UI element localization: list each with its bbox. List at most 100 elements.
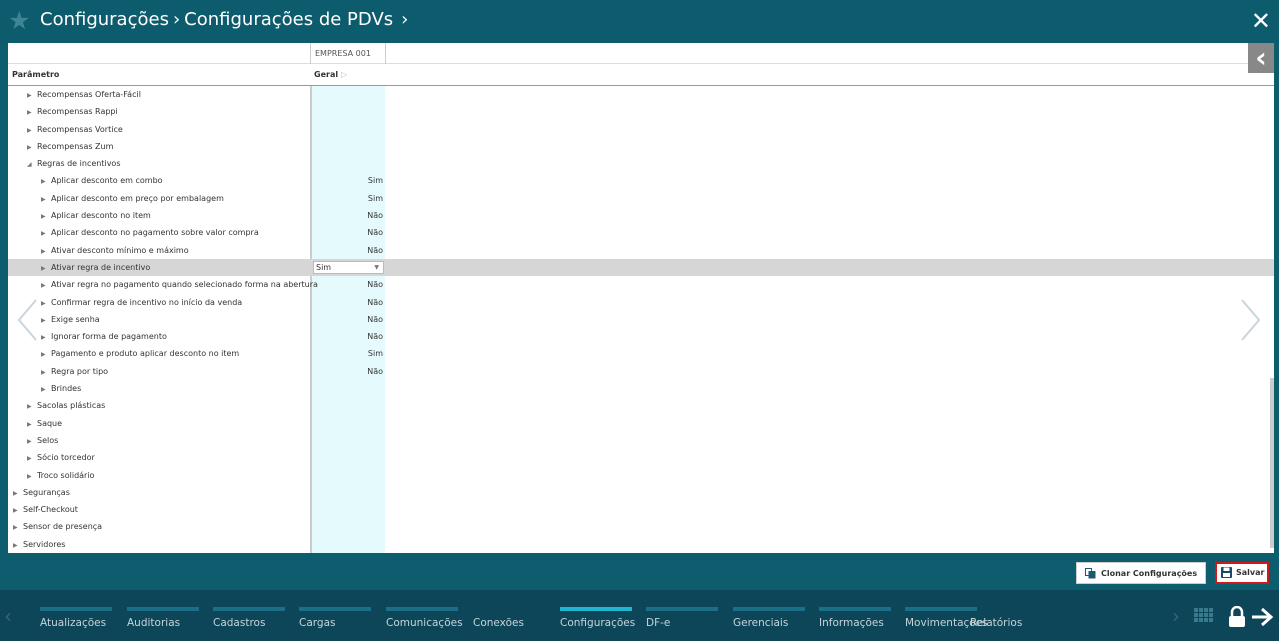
parameter-value[interactable]: Não (348, 207, 383, 224)
parameter-name: Aplicar desconto no item (51, 211, 151, 221)
expand-arrow-icon[interactable]: ▶ (41, 346, 51, 363)
breadcrumb-configuracoes[interactable]: Configurações (40, 9, 169, 30)
tree-row[interactable]: ◢ Regras de incentivos (8, 155, 1274, 172)
tree-row[interactable]: ▶ Self-Checkout (8, 501, 1274, 518)
collapse-side-panel-icon[interactable]: ‹ (1248, 43, 1274, 73)
parameter-value[interactable]: Sim (348, 190, 383, 207)
tree-row[interactable]: ▶ Aplicar desconto em preço por embalagem… (8, 190, 1274, 207)
tree-row[interactable]: ▶ Confirmar regra de incentivo no início … (8, 294, 1274, 311)
expand-arrow-icon[interactable]: ▶ (41, 329, 51, 346)
expand-arrow-icon[interactable]: ▶ (41, 260, 51, 277)
expand-arrow-icon[interactable]: ▶ (27, 433, 37, 450)
tree-row[interactable]: ▶ Recompensas Zum (8, 138, 1274, 155)
tree-row[interactable]: ▶ Brindes (8, 380, 1274, 397)
previous-arrow-icon[interactable] (16, 298, 40, 342)
expand-arrow-icon[interactable]: ▶ (41, 295, 51, 312)
tree-row[interactable]: ▶ Saque (8, 415, 1274, 432)
parameter-name: Servidores (23, 539, 66, 549)
parameter-value[interactable]: Não (348, 224, 383, 241)
tabs-scroll-left-icon[interactable]: ‹ (4, 604, 12, 628)
parameter-value[interactable]: Não (348, 311, 383, 328)
parameter-value[interactable]: Não (348, 242, 383, 259)
parameter-value[interactable]: Sim (348, 172, 383, 189)
close-icon[interactable]: ✕ (1251, 9, 1271, 33)
lock-icon[interactable] (1228, 606, 1246, 628)
tree-row[interactable]: ▶ Aplicar desconto em combo Sim (8, 172, 1274, 189)
expand-arrow-icon[interactable]: ▶ (27, 450, 37, 467)
tree-row[interactable]: ▶ Sensor de presença (8, 518, 1274, 535)
parameter-name: Selos (37, 435, 59, 445)
tree-row[interactable]: ▶ Ativar desconto mínimo e máximo Não (8, 242, 1274, 259)
tree-row[interactable]: ▶ Troco solidário (8, 467, 1274, 484)
expand-arrow-icon[interactable]: ▶ (27, 468, 37, 485)
copy-icon (1085, 568, 1096, 579)
breadcrumb-separator-icon: › (172, 9, 181, 30)
collapse-arrow-icon[interactable]: ◢ (27, 156, 37, 173)
tree-row[interactable]: ▶ Aplicar desconto no pagamento sobre val… (8, 224, 1274, 241)
logout-arrow-icon[interactable] (1250, 606, 1274, 628)
next-arrow-icon[interactable] (1238, 298, 1262, 342)
vertical-scrollbar[interactable] (1270, 378, 1274, 548)
expand-arrow-icon[interactable]: ▶ (13, 519, 23, 536)
tab-label: Cadastros (213, 617, 266, 629)
tree-row[interactable]: ▶ Recompensas Vortice (8, 121, 1274, 138)
tree-row-label: ▶ Ativar regra de incentivo (41, 259, 150, 277)
expand-column-icon[interactable]: ▷ (341, 70, 347, 79)
expand-arrow-icon[interactable]: ▶ (41, 191, 51, 208)
expand-arrow-icon[interactable]: ▶ (27, 104, 37, 121)
tree-row[interactable]: ▶ Seguranças (8, 484, 1274, 501)
tree-row[interactable]: ▶ Selos (8, 432, 1274, 449)
tree-row[interactable]: ▶ Ignorar forma de pagamento Não (8, 328, 1274, 345)
tab-label: DF-e (646, 617, 671, 629)
parameter-value[interactable]: Não (348, 294, 383, 311)
parameter-value[interactable]: Sim (348, 345, 383, 362)
expand-arrow-icon[interactable]: ▶ (41, 381, 51, 398)
geral-column-header[interactable]: Geral ▷ (314, 70, 347, 79)
apps-grid-icon[interactable] (1194, 608, 1214, 626)
tree-row[interactable]: ▶ Pagamento e produto aplicar desconto no… (8, 345, 1274, 362)
tree-row[interactable]: ▶ Recompensas Oferta-Fácil (8, 86, 1274, 103)
expand-arrow-icon[interactable]: ▶ (41, 277, 51, 294)
parameter-value[interactable]: Não (348, 363, 383, 380)
tree-row[interactable]: ▶ Recompensas Rappi (8, 103, 1274, 120)
expand-arrow-icon[interactable]: ▶ (27, 139, 37, 156)
expand-arrow-icon[interactable]: ▶ (13, 502, 23, 519)
parameter-value[interactable]: Não (348, 328, 383, 345)
breadcrumb: Configurações › Configurações de PDVs › (40, 9, 408, 30)
tree-row-label: ▶ Recompensas Rappi (27, 103, 118, 121)
parameter-name: Brindes (51, 384, 82, 394)
expand-arrow-icon[interactable]: ▶ (27, 122, 37, 139)
expand-arrow-icon[interactable]: ▶ (27, 416, 37, 433)
expand-arrow-icon[interactable]: ▶ (41, 208, 51, 225)
tabs-scroll-right-icon[interactable]: › (1172, 604, 1180, 628)
breadcrumb-configuracoes-pdvs[interactable]: Configurações de PDVs (184, 9, 393, 30)
tree-row[interactable]: ▶ Sócio torcedor (8, 449, 1274, 466)
tab-indicator (905, 607, 977, 611)
dropdown-chevron-icon[interactable]: ▼ (374, 262, 379, 273)
save-button[interactable]: Salvar (1215, 562, 1269, 584)
tab-indicator (127, 607, 199, 611)
expand-arrow-icon[interactable]: ▶ (41, 173, 51, 190)
clone-configurations-button[interactable]: Clonar Configurações (1076, 562, 1206, 584)
tree-row[interactable]: ▶ Ativar regra no pagamento quando seleci… (8, 276, 1274, 293)
tree-row[interactable]: ▶ Regra por tipo Não (8, 363, 1274, 380)
tree-row[interactable]: ▶ Ativar regra de incentivo Sim ▼ (8, 258, 1274, 277)
parameter-name: Regras de incentivos (37, 159, 121, 169)
expand-arrow-icon[interactable]: ▶ (41, 364, 51, 381)
parameter-value[interactable]: Não (348, 276, 383, 293)
tree-row[interactable]: ▶ Aplicar desconto no item Não (8, 207, 1274, 224)
tree-row[interactable]: ▶ Servidores (8, 536, 1274, 553)
expand-arrow-icon[interactable]: ▶ (41, 225, 51, 242)
expand-arrow-icon[interactable]: ▶ (27, 398, 37, 415)
expand-arrow-icon[interactable]: ▶ (13, 485, 23, 502)
tab-label: Gerenciais (733, 617, 789, 629)
favorite-star-icon[interactable]: ★ (8, 8, 34, 34)
expand-arrow-icon[interactable]: ▶ (13, 537, 23, 553)
value-select[interactable]: Sim ▼ (313, 260, 384, 274)
tree-row[interactable]: ▶ Sacolas plásticas (8, 397, 1274, 414)
tree-row-label: ▶ Brindes (41, 380, 81, 398)
expand-arrow-icon[interactable]: ▶ (41, 312, 51, 329)
expand-arrow-icon[interactable]: ▶ (41, 243, 51, 260)
tree-row[interactable]: ▶ Exige senha Não (8, 311, 1274, 328)
expand-arrow-icon[interactable]: ▶ (27, 87, 37, 104)
